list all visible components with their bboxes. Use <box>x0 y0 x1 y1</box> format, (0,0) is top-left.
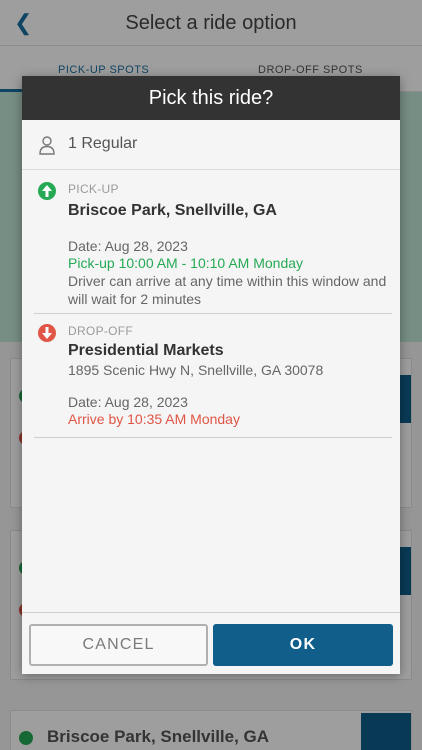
dialog-header: Pick this ride? <box>22 76 400 120</box>
dropoff-arrival-time: Arrive by 10:35 AM Monday <box>68 411 240 427</box>
arrow-down-circle-icon <box>38 324 56 342</box>
pickup-label: PICK-UP <box>68 182 119 196</box>
pickup-location-name: Briscoe Park, Snellville, GA <box>68 202 277 219</box>
dropoff-section: DROP-OFF Presidential Markets 1895 Sceni… <box>34 314 392 438</box>
confirm-ride-dialog: Pick this ride? 1 Regular PICK-UP Brisco… <box>22 76 400 674</box>
dropoff-date: Date: Aug 28, 2023 <box>68 394 188 410</box>
dropoff-label: DROP-OFF <box>68 324 134 338</box>
pickup-date: Date: Aug 28, 2023 <box>68 238 188 254</box>
pickup-section: PICK-UP Briscoe Park, Snellville, GA Dat… <box>34 172 392 314</box>
dialog-footer: CANCEL OK <box>22 612 400 674</box>
dialog-title: Pick this ride? <box>148 86 274 109</box>
person-icon <box>39 136 55 155</box>
pickup-window: Pick-up 10:00 AM - 10:10 AM Monday <box>68 255 304 271</box>
cancel-button[interactable]: CANCEL <box>29 624 208 666</box>
arrow-up-circle-icon <box>38 182 56 200</box>
passenger-row: 1 Regular <box>22 120 400 170</box>
ok-button[interactable]: OK <box>213 624 393 666</box>
passenger-count: 1 Regular <box>68 135 138 152</box>
dropoff-location-name: Presidential Markets <box>68 342 224 359</box>
dropoff-address: 1895 Scenic Hwy N, Snellville, GA 30078 <box>68 362 324 378</box>
pickup-note: Driver can arrive at any time within thi… <box>68 273 387 307</box>
